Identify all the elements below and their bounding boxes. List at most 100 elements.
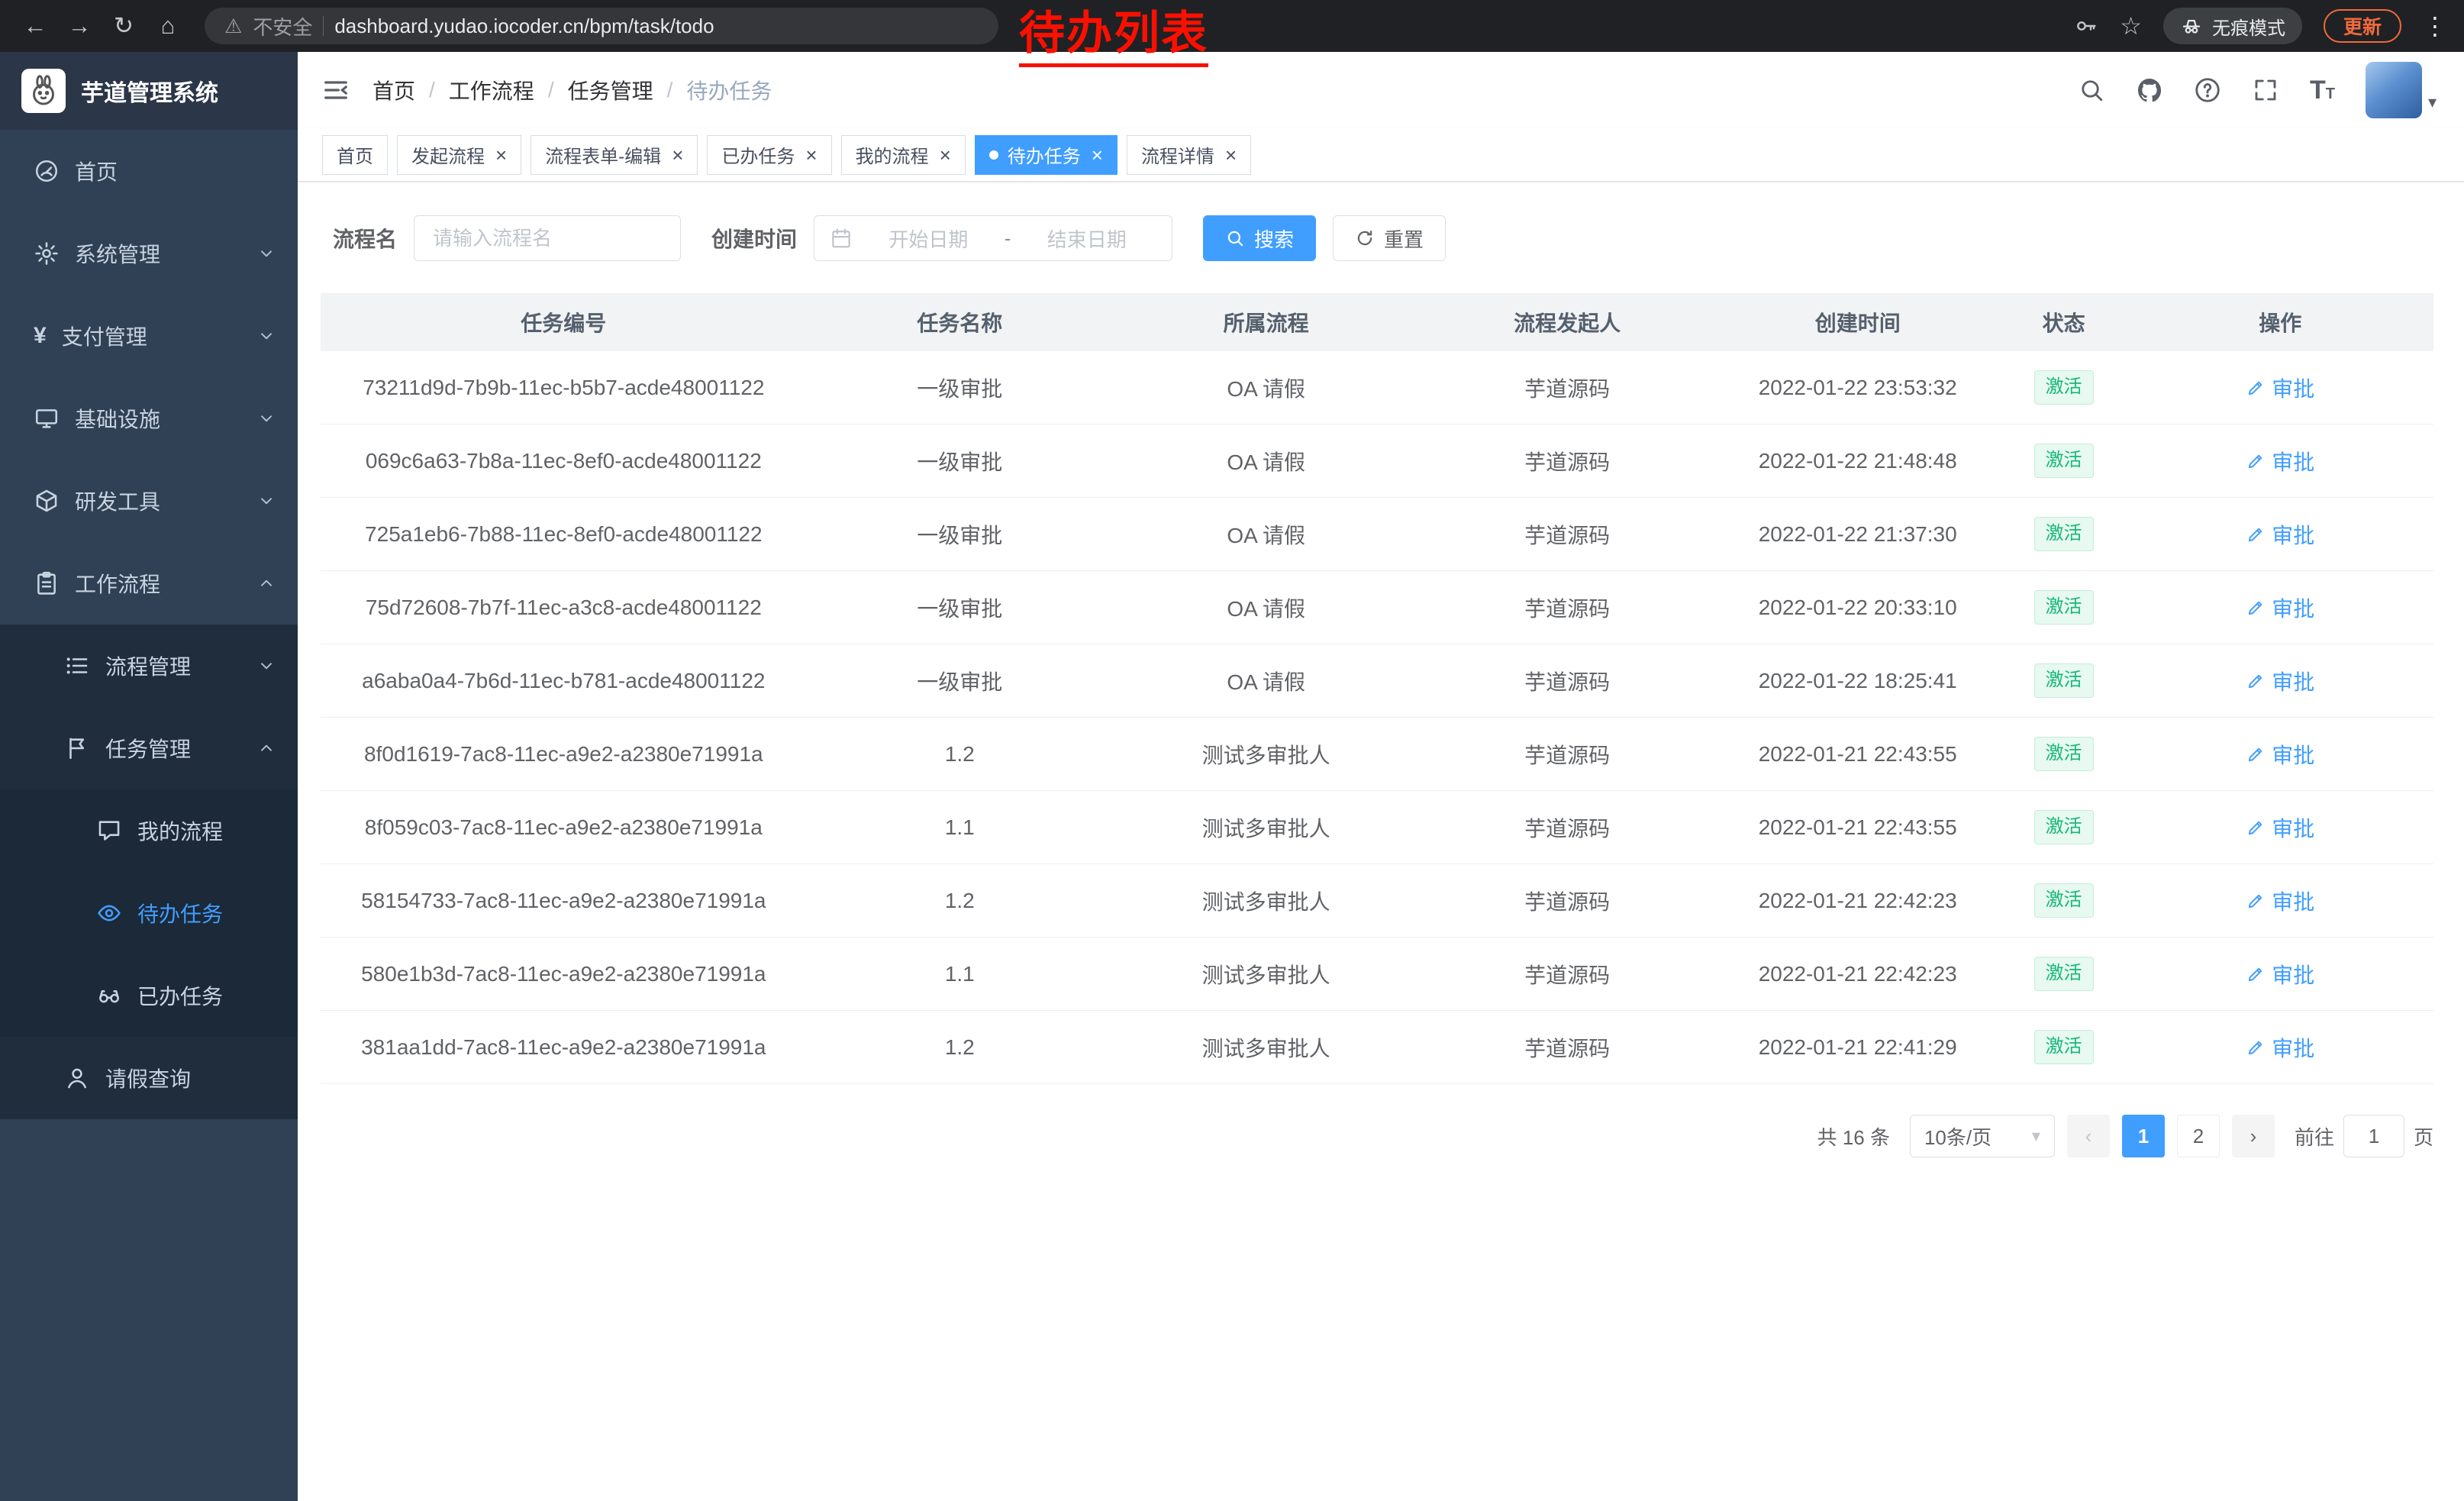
tab-done-task[interactable]: 已办任务× — [707, 135, 831, 175]
cell-create-time: 2022-01-21 22:42:23 — [1715, 962, 2001, 986]
approve-link[interactable]: 审批 — [2246, 446, 2314, 476]
browser-reload-icon[interactable]: ↻ — [105, 8, 142, 44]
close-icon[interactable]: × — [495, 145, 507, 165]
table-row: 8f059c03-7ac8-11ec-a9e2-a2380e71991a1.1测… — [321, 791, 2433, 864]
prev-page-button[interactable]: ‹ — [2067, 1115, 2110, 1157]
caret-down-icon: ▾ — [2032, 1126, 2040, 1146]
cell-process-name: 测试多审批人 — [1113, 1032, 1419, 1063]
status-badge: 激活 — [2034, 810, 2094, 844]
sidebar-item-task-management[interactable]: 任务管理 — [0, 707, 298, 789]
sidebar-item-workflow[interactable]: 工作流程 — [0, 542, 298, 625]
sidebar-item-done-task[interactable]: 已办任务 — [0, 954, 298, 1037]
page-button-1[interactable]: 1 — [2122, 1115, 2165, 1157]
table-row: 73211d9d-7b9b-11ec-b5b7-acde48001122一级审批… — [321, 351, 2433, 424]
browser-home-icon[interactable]: ⌂ — [150, 8, 186, 44]
fullscreen-icon[interactable] — [2252, 76, 2279, 104]
page-button-2[interactable]: 2 — [2177, 1115, 2220, 1157]
reset-button[interactable]: 重置 — [1333, 215, 1446, 261]
cell-process-name: 测试多审批人 — [1113, 959, 1419, 989]
font-size-icon[interactable]: TT — [2310, 77, 2335, 103]
browser-forward-icon[interactable]: → — [61, 8, 98, 44]
tab-start-process[interactable]: 发起流程× — [397, 135, 521, 175]
sidebar-item-todo-task[interactable]: 待办任务 — [0, 872, 298, 954]
browser-back-icon[interactable]: ← — [17, 8, 53, 44]
pencil-icon — [2246, 891, 2266, 911]
github-icon[interactable] — [2136, 76, 2163, 104]
cell-task-name: 1.1 — [807, 815, 1113, 840]
tab-process-form-edit[interactable]: 流程表单-编辑× — [531, 135, 698, 175]
annotation-todo-list-label: 待办列表 — [1019, 5, 1208, 67]
cell-create-time: 2022-01-21 22:43:55 — [1715, 742, 2001, 767]
close-icon[interactable]: × — [940, 145, 951, 165]
app-title: 芋道管理系统 — [81, 74, 218, 108]
breadcrumb-item[interactable]: 首页 — [373, 75, 415, 105]
cell-create-time: 2022-01-22 20:33:10 — [1715, 596, 2001, 620]
approve-link[interactable]: 审批 — [2246, 666, 2314, 696]
close-icon[interactable]: × — [1225, 145, 1237, 165]
search-icon[interactable] — [2078, 76, 2105, 104]
date-range-picker[interactable]: 开始日期 - 结束日期 — [814, 215, 1172, 261]
tab-todo-task[interactable]: 待办任务× — [975, 135, 1118, 175]
approve-label: 审批 — [2272, 886, 2314, 916]
chevron-down-icon — [256, 408, 276, 428]
address-bar[interactable]: ⚠ 不安全 dashboard.yudao.iocoder.cn/bpm/tas… — [205, 8, 998, 44]
sidebar-item-process-management[interactable]: 流程管理 — [0, 625, 298, 707]
user-avatar[interactable]: ▾ — [2366, 62, 2437, 118]
sidebar-toggle-icon[interactable] — [321, 75, 351, 105]
sidebar-item-payment-management[interactable]: ¥支付管理 — [0, 295, 298, 377]
sidebar-item-home[interactable]: 首页 — [0, 130, 298, 212]
process-name-input[interactable] — [414, 215, 681, 261]
sidebar-item-dev-tools[interactable]: 研发工具 — [0, 460, 298, 542]
app-logo: 芋道管理系统 — [0, 52, 298, 130]
close-icon[interactable]: × — [1092, 145, 1103, 165]
sidebar-item-system-management[interactable]: 系统管理 — [0, 212, 298, 295]
breadcrumb-item[interactable]: 任务管理 — [568, 75, 653, 105]
help-icon[interactable] — [2194, 76, 2221, 104]
table-header: 任务编号任务名称所属流程流程发起人创建时间状态操作 — [321, 293, 2433, 351]
cell-status: 激活 — [2001, 517, 2127, 551]
approve-link[interactable]: 审批 — [2246, 959, 2314, 989]
breadcrumb-item[interactable]: 工作流程 — [449, 75, 534, 105]
chevron-down-icon — [256, 491, 276, 511]
page-size-select[interactable]: 10条/页 ▾ — [1910, 1115, 2055, 1157]
sidebar-item-label: 我的流程 — [137, 815, 223, 846]
sidebar-item-leave-query[interactable]: 请假查询 — [0, 1037, 298, 1119]
close-icon[interactable]: × — [805, 145, 817, 165]
status-badge: 激活 — [2034, 957, 2094, 991]
approve-link[interactable]: 审批 — [2246, 812, 2314, 843]
chevron-down-icon — [256, 244, 276, 263]
url-text: dashboard.yudao.iocoder.cn/bpm/task/todo — [334, 15, 714, 38]
approve-label: 审批 — [2272, 739, 2314, 770]
sidebar-item-my-process[interactable]: 我的流程 — [0, 789, 298, 872]
approve-link[interactable]: 审批 — [2246, 739, 2314, 770]
approve-link[interactable]: 审批 — [2246, 1032, 2314, 1063]
cell-task-name: 1.2 — [807, 742, 1113, 767]
tab-home[interactable]: 首页 — [322, 135, 388, 175]
range-separator: - — [1005, 227, 1011, 250]
tab-process-detail[interactable]: 流程详情× — [1127, 135, 1251, 175]
table-row: 58154733-7ac8-11ec-a9e2-a2380e71991a1.2测… — [321, 864, 2433, 938]
sidebar-item-infrastructure[interactable]: 基础设施 — [0, 377, 298, 460]
browser-menu-icon[interactable]: ⋮ — [2423, 11, 2447, 40]
approve-link[interactable]: 审批 — [2246, 519, 2314, 550]
update-button[interactable]: 更新 — [2324, 9, 2401, 43]
goto-page-input[interactable] — [2343, 1115, 2404, 1157]
approve-link[interactable]: 审批 — [2246, 592, 2314, 623]
cell-task-id: 381aa1dd-7ac8-11ec-a9e2-a2380e71991a — [321, 1035, 807, 1060]
key-icon[interactable] — [2074, 14, 2098, 38]
approve-link[interactable]: 审批 — [2246, 886, 2314, 916]
next-page-button[interactable]: › — [2232, 1115, 2275, 1157]
cell-process-starter: 芋道源码 — [1419, 592, 1715, 623]
cell-task-id: 725a1eb6-7b88-11ec-8ef0-acde48001122 — [321, 522, 807, 547]
approve-link[interactable]: 审批 — [2246, 373, 2314, 403]
cell-status: 激活 — [2001, 883, 2127, 918]
cell-task-id: 069c6a63-7b8a-11ec-8ef0-acde48001122 — [321, 449, 807, 473]
bookmark-star-icon[interactable]: ☆ — [2120, 11, 2142, 40]
search-button[interactable]: 搜索 — [1203, 215, 1316, 261]
tab-my-process[interactable]: 我的流程× — [841, 135, 966, 175]
status-badge: 激活 — [2034, 663, 2094, 698]
list-icon — [64, 653, 90, 679]
screen: ← → ↻ ⌂ ⚠ 不安全 dashboard.yudao.iocoder.cn… — [0, 0, 2464, 1501]
reset-button-label: 重置 — [1384, 224, 1424, 253]
close-icon[interactable]: × — [672, 145, 683, 165]
